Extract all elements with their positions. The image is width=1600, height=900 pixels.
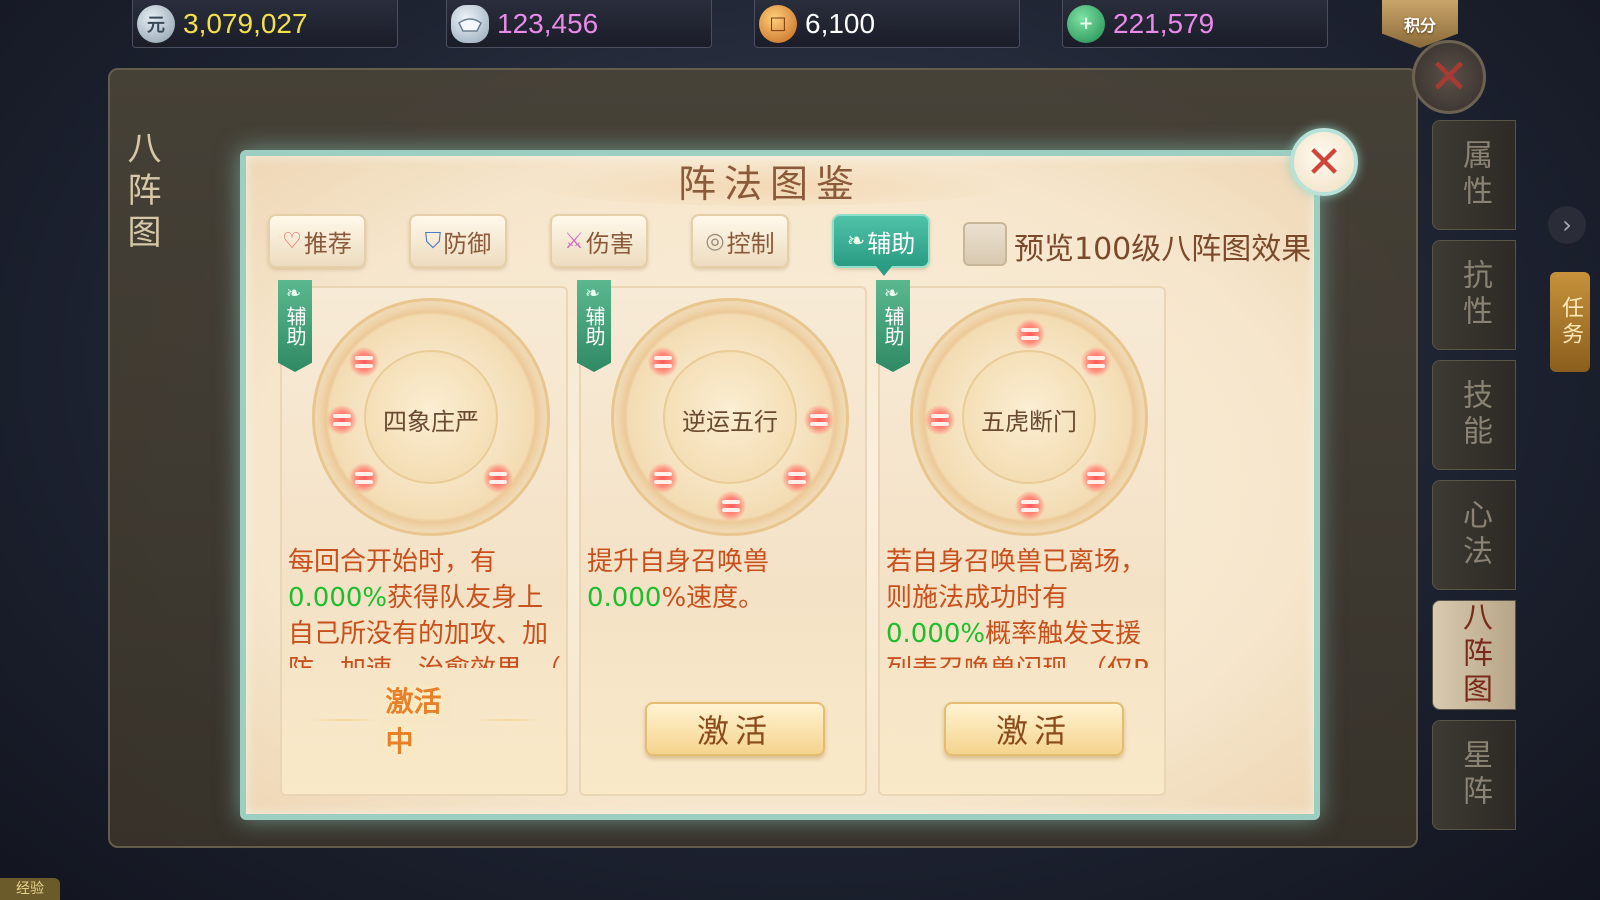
desc-value: 0.000% bbox=[288, 583, 388, 613]
leaf-icon: ❧ bbox=[585, 283, 601, 304]
trigram-mark bbox=[349, 347, 379, 377]
filter-label: 推荐 bbox=[303, 229, 352, 258]
activate-button[interactable]: 激活 bbox=[944, 702, 1124, 756]
background-close-button[interactable]: ✕ bbox=[1412, 40, 1486, 114]
formation-description: 若自身召唤兽已离场，则施法成功时有0.000%概率触发支援列表召唤兽闪现。（仅P bbox=[886, 544, 1162, 668]
type-label: 辅助 bbox=[283, 306, 307, 346]
divider bbox=[312, 719, 376, 721]
type-label: 辅助 bbox=[881, 306, 905, 346]
formation-card[interactable]: ❧ 辅助 逆运五行 提升自身召唤兽 0.000%速度。 激活 bbox=[577, 280, 867, 796]
activated-label: 激活中 bbox=[385, 685, 442, 758]
leaf-icon: ❧ bbox=[884, 283, 900, 304]
background-panel-title: 八阵图 bbox=[121, 130, 161, 256]
shield-icon: ⛉ bbox=[424, 228, 442, 254]
side-tab-formation[interactable]: 八阵图 bbox=[1432, 600, 1516, 710]
formation-description: 提升自身召唤兽 0.000%速度。 bbox=[587, 544, 863, 668]
preview-label[interactable]: 预览100级八阵图效果 bbox=[1014, 224, 1311, 268]
filter-label: 辅助 bbox=[867, 229, 916, 258]
desc-text: 若自身召唤兽已离场，则施法成功时有 bbox=[886, 547, 1147, 613]
desc-text: 每回合开始时，有 bbox=[288, 547, 497, 577]
trigram-mark bbox=[483, 463, 513, 493]
currency-ingot[interactable]: 123,456 bbox=[446, 0, 712, 48]
desc-text: 提升自身召唤兽 bbox=[587, 547, 770, 577]
copper-amount: 6,100 bbox=[805, 7, 876, 39]
trigram-mark bbox=[1015, 319, 1045, 349]
formation-card[interactable]: ❧ 辅助 五虎断门 若自身召唤兽已离场，则施法成功时有0.000%概率触发支援列… bbox=[876, 280, 1166, 796]
silver-amount: 3,079,027 bbox=[183, 7, 308, 39]
trigram-mark bbox=[349, 463, 379, 493]
currency-bar: 元 3,079,027 123,456 □ 6,100 + 221,579 bbox=[0, 0, 1600, 52]
trigram-mark bbox=[648, 463, 678, 493]
ingot-amount: 123,456 bbox=[497, 7, 599, 39]
formation-card[interactable]: ❧ 辅助 四象庄严 每回合开始时，有0.000%获得队友身上自己所没有的加攻、加… bbox=[278, 280, 568, 796]
jade-add-icon: + bbox=[1067, 4, 1105, 43]
preview-checkbox[interactable] bbox=[963, 222, 1007, 266]
filter-defense[interactable]: ⛉ 防御 bbox=[409, 214, 507, 268]
side-tabs: 属性 抗性 技能 心法 八阵图 星阵 bbox=[1432, 120, 1516, 840]
side-tab-star-formation[interactable]: 星阵 bbox=[1432, 720, 1516, 830]
side-tab-mind-method[interactable]: 心法 bbox=[1432, 480, 1516, 590]
desc-value: 0.000% bbox=[886, 619, 986, 649]
silver-ingot-icon bbox=[451, 4, 489, 43]
trigram-mark bbox=[648, 347, 678, 377]
jade-amount: 221,579 bbox=[1113, 7, 1215, 39]
trigram-mark bbox=[782, 463, 812, 493]
type-ribbon: ❧ 辅助 bbox=[876, 280, 910, 372]
currency-silver[interactable]: 元 3,079,027 bbox=[132, 0, 398, 48]
filter-label: 防御 bbox=[443, 229, 492, 258]
trigram-mark bbox=[1081, 347, 1111, 377]
side-tab-resistance[interactable]: 抗性 bbox=[1432, 240, 1516, 350]
formation-name: 四象庄严 bbox=[383, 408, 479, 436]
leaf-icon: ❧ bbox=[286, 283, 302, 304]
dialog-title: 阵法图鉴 bbox=[677, 161, 862, 206]
formation-name: 五虎断门 bbox=[981, 408, 1077, 436]
close-icon: ✕ bbox=[1428, 49, 1470, 105]
type-ribbon: ❧ 辅助 bbox=[278, 280, 312, 372]
filter-support[interactable]: ❧ 辅助 bbox=[832, 214, 930, 276]
formation-name: 逆运五行 bbox=[682, 408, 778, 436]
trigram-mark bbox=[1015, 491, 1045, 521]
sword-icon: ⚔ bbox=[564, 228, 584, 254]
formation-description: 每回合开始时，有0.000%获得队友身上自己所没有的加攻、加防、加速、治愈效果。… bbox=[288, 544, 564, 668]
filter-damage[interactable]: ⚔ 伤害 bbox=[550, 214, 648, 268]
activated-status: 激活中 bbox=[312, 685, 540, 758]
currency-jade[interactable]: + 221,579 bbox=[1062, 0, 1328, 48]
silver-coin-icon: 元 bbox=[137, 4, 175, 43]
filter-label: 控制 bbox=[726, 229, 775, 258]
task-tab[interactable]: 任务 bbox=[1550, 272, 1590, 372]
type-ribbon: ❧ 辅助 bbox=[577, 280, 611, 372]
side-tab-skills[interactable]: 技能 bbox=[1432, 360, 1516, 470]
currency-copper[interactable]: □ 6,100 bbox=[754, 0, 1020, 48]
copper-coin-icon: □ bbox=[759, 4, 797, 43]
swirl-icon: ◎ bbox=[705, 228, 725, 254]
heart-icon: ♡ bbox=[282, 228, 302, 254]
score-badge-label: 积分 bbox=[1403, 16, 1436, 35]
activate-button[interactable]: 激活 bbox=[645, 702, 825, 756]
dialog-title-bar: 阵法图鉴 bbox=[520, 150, 1020, 210]
filter-control[interactable]: ◎ 控制 bbox=[691, 214, 789, 268]
side-tab-attributes[interactable]: 属性 bbox=[1432, 120, 1516, 230]
divider bbox=[476, 719, 540, 721]
desc-value: 0.000 bbox=[587, 583, 662, 613]
filter-recommend[interactable]: ♡ 推荐 bbox=[268, 214, 366, 268]
close-icon: ✕ bbox=[1305, 136, 1343, 188]
filter-label: 伤害 bbox=[585, 229, 634, 258]
dialog-close-button[interactable]: ✕ bbox=[1290, 128, 1358, 196]
trigram-mark bbox=[1081, 463, 1111, 493]
chevron-right-icon[interactable]: › bbox=[1548, 206, 1586, 244]
exp-label: 经验 bbox=[0, 878, 60, 900]
leaf-icon: ❧ bbox=[846, 228, 866, 254]
desc-text: %速度。 bbox=[661, 583, 765, 613]
type-label: 辅助 bbox=[582, 306, 606, 346]
trigram-mark bbox=[716, 491, 746, 521]
